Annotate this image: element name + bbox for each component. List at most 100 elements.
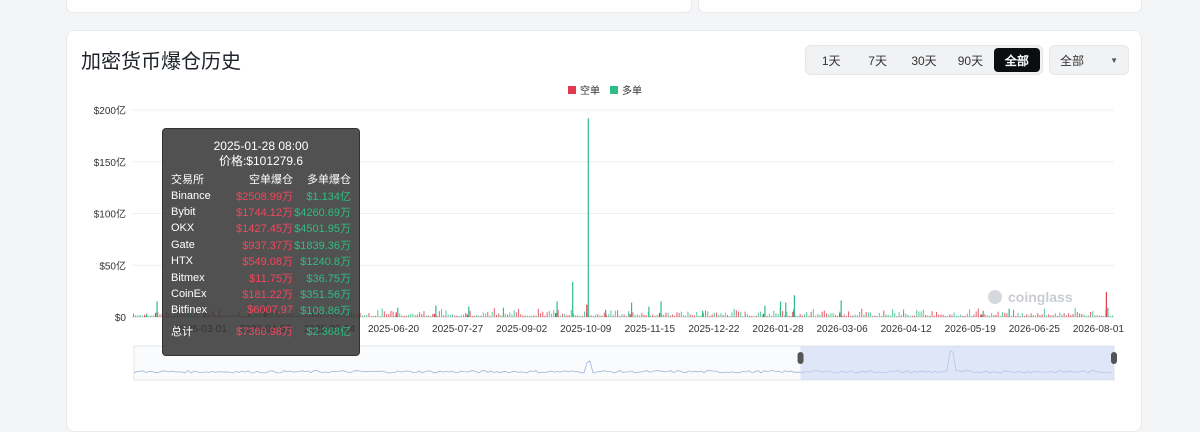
legend-label: 空单: [580, 84, 600, 97]
tooltip-rows: Binance $2508.99万 $1.134亿 Bybit $1744.12万 $42…: [171, 187, 351, 318]
long-bar: [885, 314, 887, 317]
short-bar: [925, 314, 927, 317]
long-bar: [399, 313, 401, 317]
short-bar: [597, 314, 599, 317]
tooltip-short-value: $937.37万: [242, 239, 293, 252]
short-bar: [848, 311, 850, 317]
long-bar: [1085, 315, 1087, 317]
short-bar: [454, 315, 456, 317]
short-bar: [735, 310, 737, 317]
short-bar: [416, 314, 418, 317]
tooltip-exchange: Gate: [171, 238, 195, 251]
short-bar: [433, 313, 435, 317]
legend-swatch: [568, 86, 576, 94]
short-bar: [964, 315, 966, 317]
short-bar: [949, 314, 951, 317]
long-bar: [648, 306, 650, 317]
long-bar: [1028, 315, 1030, 317]
long-bar: [918, 311, 920, 317]
zoom-handle-left[interactable]: [797, 352, 804, 364]
short-bar: [711, 314, 713, 317]
short-bar: [845, 315, 847, 317]
short-bar: [154, 312, 157, 317]
long-bar: [570, 309, 572, 317]
x-tick-label: 2025-10-09: [560, 324, 612, 335]
chart-tooltip: 2025-01-28 08:00 价格:$101279.6 交易所 空单爆仓 多…: [162, 128, 360, 356]
short-bar: [390, 310, 392, 317]
short-bar: [1030, 313, 1032, 317]
long-bar: [724, 312, 726, 317]
long-bar: [148, 315, 150, 317]
tooltip-short-value: $11.75万: [249, 272, 293, 285]
long-bar: [577, 315, 579, 317]
short-bar: [643, 314, 645, 317]
tooltip-long-value: $1240.8万: [300, 256, 351, 269]
short-bar: [883, 310, 885, 317]
short-bar: [652, 314, 654, 317]
short-bar: [691, 315, 693, 317]
short-bar: [629, 313, 631, 317]
short-bar: [562, 313, 564, 317]
long-bar: [828, 314, 830, 317]
tooltip-long-value: $108.86万: [300, 305, 351, 318]
short-bar: [1019, 315, 1021, 317]
watermark-text: coinglass: [1008, 289, 1073, 305]
tooltip-row: Binance $2508.99万 $1.134亿: [171, 187, 351, 203]
short-bar: [981, 314, 983, 317]
long-bar: [815, 315, 817, 317]
long-bar: [430, 315, 432, 317]
short-bar: [669, 315, 671, 317]
x-tick-label: 2025-07-27: [432, 324, 484, 335]
long-bar: [830, 313, 832, 317]
short-bar: [542, 311, 544, 317]
short-bar: [843, 314, 845, 317]
long-bar: [922, 309, 924, 317]
long-bar: [379, 315, 381, 317]
long-bar: [927, 315, 929, 317]
tooltip-exchange: Binance: [171, 189, 211, 202]
x-tick-label: 2026-06-25: [1009, 324, 1061, 335]
long-bar: [729, 315, 731, 317]
long-bar: [491, 312, 493, 317]
short-bar: [443, 315, 445, 317]
short-bar: [465, 312, 467, 317]
long-bar: [1109, 315, 1111, 317]
short-bar: [1101, 315, 1103, 317]
long-bar: [412, 313, 414, 317]
tooltip-exchange: Bybit: [171, 205, 196, 218]
long-bar: [898, 312, 900, 317]
long-bar: [460, 315, 462, 317]
short-bar: [466, 314, 468, 317]
long-bar: [1096, 314, 1098, 317]
long-bar: [702, 310, 704, 317]
long-bar: [139, 314, 141, 317]
long-bar: [364, 315, 366, 317]
long-bar: [887, 314, 889, 317]
long-bar: [971, 315, 973, 317]
x-tick-label: 2026-01-28: [752, 324, 804, 335]
short-bar: [144, 316, 146, 317]
short-bar: [755, 315, 757, 317]
long-bar: [900, 314, 902, 317]
long-bar: [947, 315, 949, 317]
short-bar: [540, 313, 542, 317]
short-bar: [931, 311, 933, 317]
short-bar: [837, 315, 839, 317]
zoom-handle-right[interactable]: [1111, 352, 1117, 364]
short-bar: [727, 315, 729, 317]
short-bar: [1039, 315, 1041, 317]
long-bar: [878, 313, 880, 317]
long-bar: [500, 315, 502, 317]
long-bar: [785, 302, 787, 317]
short-bar: [1048, 314, 1050, 317]
tooltip-long-value: $1839.36万: [294, 239, 351, 252]
long-bar: [535, 315, 537, 317]
short-bar: [1065, 315, 1067, 317]
long-bar: [667, 312, 669, 317]
long-bar: [718, 315, 720, 317]
short-bar: [524, 315, 526, 317]
short-bar: [487, 311, 489, 317]
x-tick-label: 2025-09-02: [496, 324, 548, 335]
tooltip-header-long: 多单爆仓: [307, 174, 351, 187]
tooltip-long-value: $1.134亿: [306, 190, 351, 203]
